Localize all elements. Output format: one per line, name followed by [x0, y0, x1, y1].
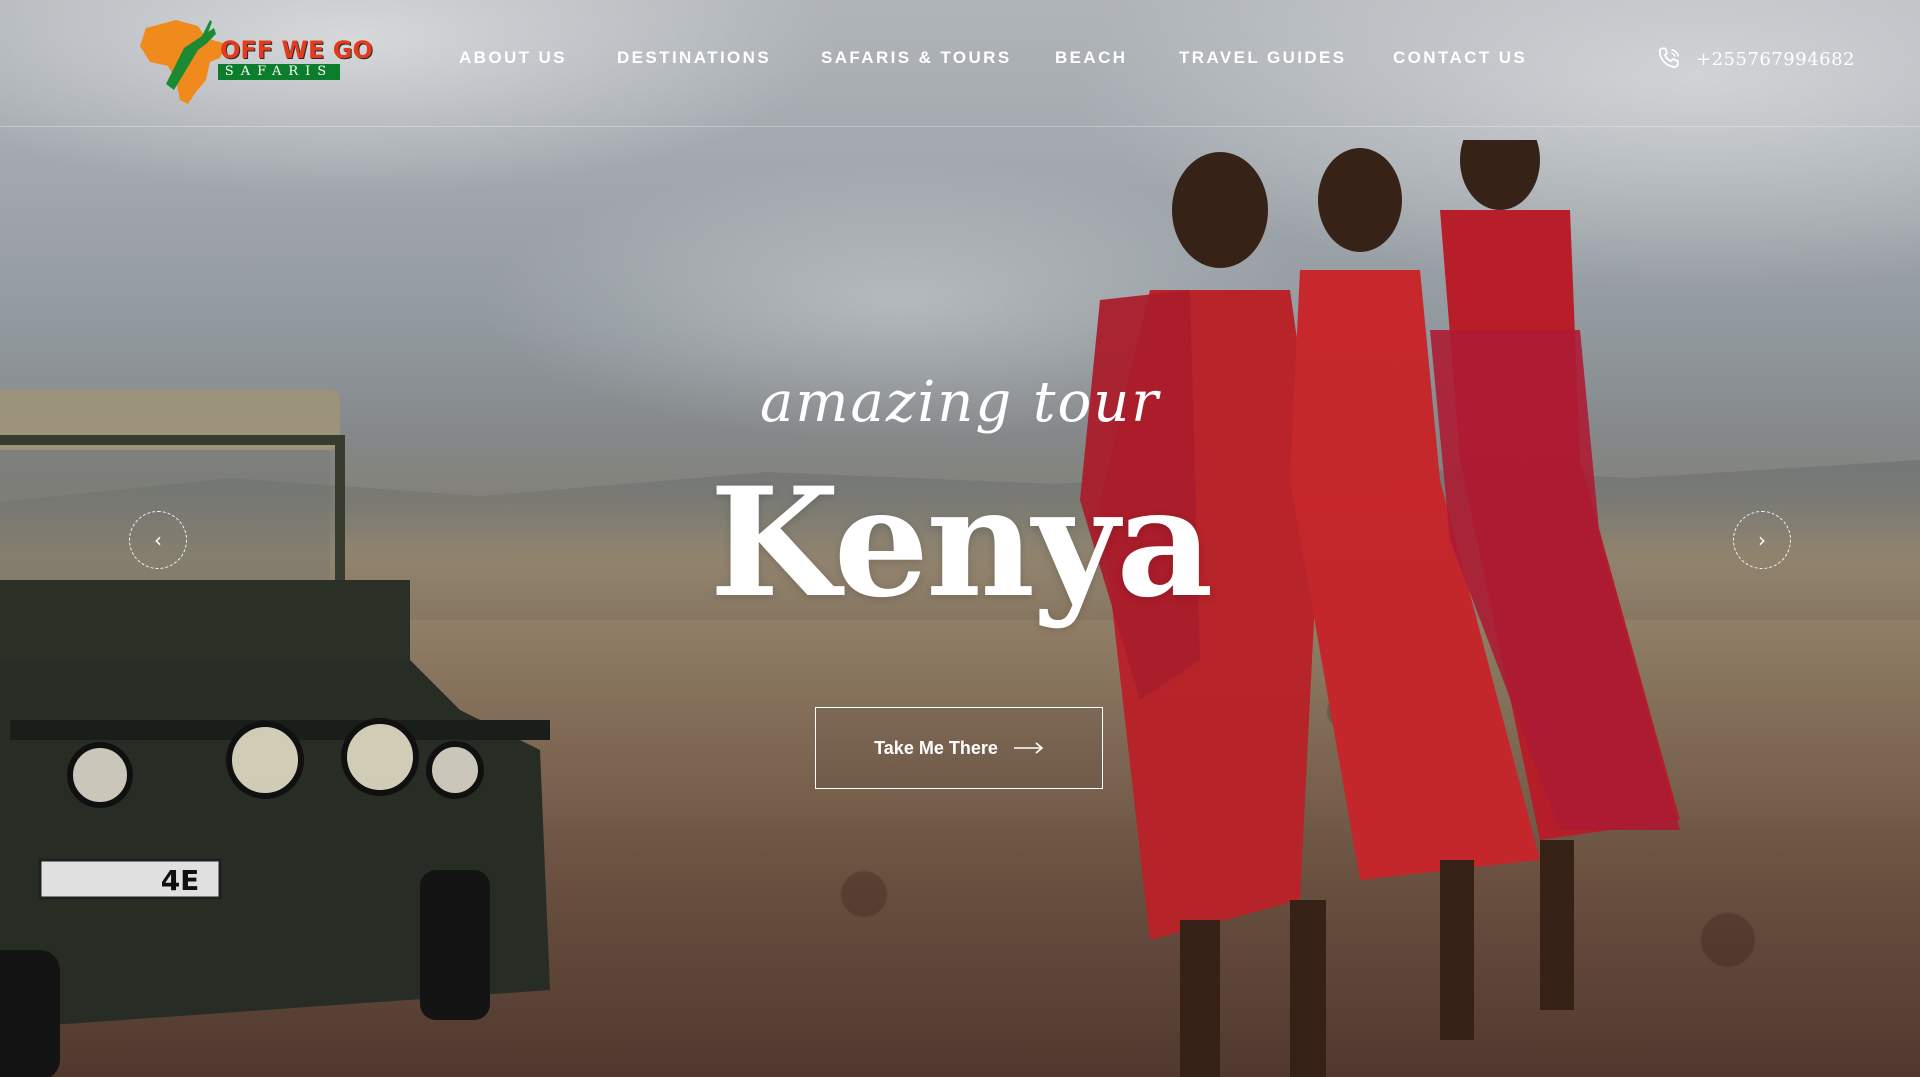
hero-subtitle: amazing tour [760, 370, 1161, 435]
take-me-there-button[interactable]: Take Me There [815, 707, 1103, 789]
hero-slide: amazing tour Kenya Take Me There [0, 0, 1920, 1077]
cta-label: Take Me There [874, 737, 998, 758]
arrow-right-icon [1013, 742, 1044, 754]
hero-title: Kenya [709, 455, 1214, 631]
page: 4E OFF WE GO SAFARIS [0, 0, 1920, 1077]
